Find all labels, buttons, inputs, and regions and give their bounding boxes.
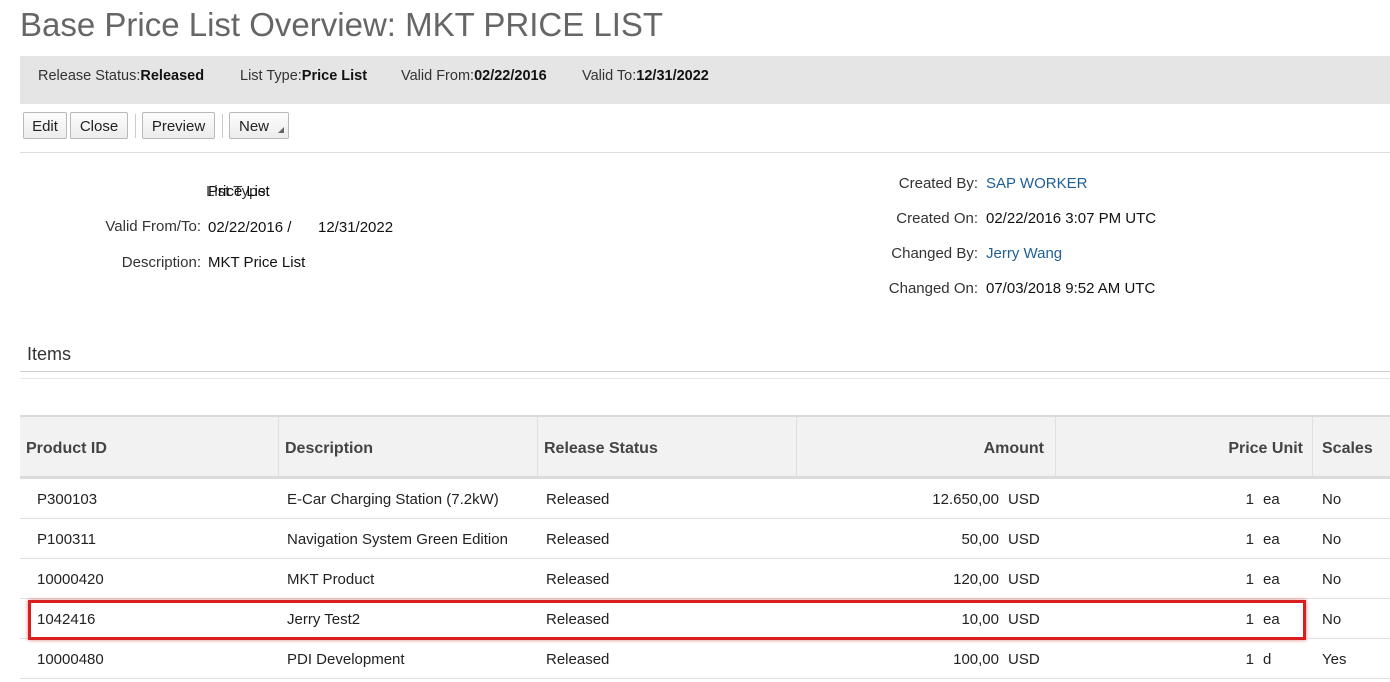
price-unit-uom-cell: ea bbox=[1263, 531, 1280, 548]
description-field-value: MKT Price List bbox=[208, 254, 306, 271]
product-id-link[interactable]: 1042416 bbox=[37, 599, 95, 639]
release-status-cell: Released bbox=[546, 491, 610, 508]
toolbar-divider bbox=[222, 114, 223, 138]
price-unit-uom-cell: ea bbox=[1263, 491, 1280, 508]
currency-cell: USD bbox=[1008, 611, 1040, 628]
release-status-value: Released bbox=[140, 68, 205, 84]
table-row[interactable]: P300103 E-Car Charging Station (7.2kW) Rel… bbox=[20, 479, 1390, 519]
price-unit-uom-cell: ea bbox=[1263, 611, 1280, 628]
dropdown-caret-icon bbox=[278, 127, 284, 133]
items-table: Product ID Description Release Status Am… bbox=[20, 415, 1390, 679]
toolbar: Edit Close Preview New bbox=[20, 112, 1390, 153]
table-row[interactable]: P100311 Navigation System Green Edition Re… bbox=[20, 519, 1390, 559]
edit-button[interactable]: Edit bbox=[23, 112, 67, 139]
amount-cell: 10,00 bbox=[961, 611, 999, 628]
created-by-link[interactable]: SAP WORKER bbox=[986, 175, 1087, 192]
table-row[interactable]: 10000480 PDI Development Released 100,00 USD… bbox=[20, 639, 1390, 679]
new-button-label: New bbox=[239, 118, 270, 135]
page-title: Base Price List Overview: MKT PRICE LIST bbox=[20, 6, 664, 43]
changed-on-value: 07/03/2018 9:52 AM UTC bbox=[986, 280, 1156, 297]
currency-cell: USD bbox=[1008, 491, 1040, 508]
currency-cell: USD bbox=[1008, 651, 1040, 668]
created-on-value: 02/22/2016 3:07 PM UTC bbox=[986, 210, 1157, 227]
close-button[interactable]: Close bbox=[70, 112, 128, 139]
created-on-label: Created On: bbox=[896, 210, 978, 227]
currency-cell: USD bbox=[1008, 531, 1040, 548]
table-row[interactable]: 1042416 Jerry Test2 Released 10,00 USD 1 ea No bbox=[20, 599, 1390, 639]
valid-to-field-value: 12/31/2022 bbox=[318, 219, 394, 236]
description-link[interactable]: Navigation System Green Edition bbox=[287, 519, 508, 559]
currency-cell: USD bbox=[1008, 571, 1040, 588]
list-type-info: List Type:Price List bbox=[240, 68, 367, 84]
release-status-cell: Released bbox=[546, 611, 610, 628]
scales-cell: Yes bbox=[1322, 651, 1347, 668]
valid-to-info: Valid To:12/31/2022 bbox=[582, 68, 709, 84]
description-link[interactable]: Jerry Test2 bbox=[287, 599, 360, 639]
release-status-cell: Released bbox=[546, 531, 610, 548]
valid-from-info: Valid From:02/22/2016 bbox=[401, 68, 547, 84]
description-link[interactable]: MKT Product bbox=[287, 559, 374, 599]
description-link[interactable]: PDI Development bbox=[287, 639, 405, 679]
status-bar: Release Status:Released List Type:Price … bbox=[20, 56, 1390, 104]
valid-to-label: Valid To: bbox=[582, 68, 637, 84]
amount-cell: 100,00 bbox=[953, 651, 999, 668]
table-header: Product ID Description Release Status Am… bbox=[20, 415, 1390, 479]
amount-cell: 120,00 bbox=[953, 571, 999, 588]
changed-on-label: Changed On: bbox=[888, 280, 978, 297]
preview-button[interactable]: Preview bbox=[142, 112, 215, 139]
column-header-amount[interactable]: Amount bbox=[797, 417, 1056, 476]
release-status-info: Release Status:Released bbox=[38, 68, 204, 84]
description-field-label: Description: bbox=[121, 254, 201, 271]
description-link[interactable]: E-Car Charging Station (7.2kW) bbox=[287, 479, 499, 519]
items-section-title: Items bbox=[27, 344, 72, 364]
list-type-label: List Type: bbox=[240, 68, 302, 84]
scales-cell: No bbox=[1322, 531, 1342, 548]
release-status-label: Release Status: bbox=[38, 68, 141, 84]
toolbar-divider bbox=[135, 114, 136, 138]
changed-by-label: Changed By: bbox=[891, 245, 978, 262]
amount-cell: 12.650,00 bbox=[932, 491, 999, 508]
list-type-field-value: Price List bbox=[208, 183, 270, 200]
release-status-cell: Released bbox=[546, 571, 610, 588]
valid-from-to-label: Valid From/To: bbox=[105, 218, 201, 235]
scales-cell: No bbox=[1322, 611, 1342, 628]
new-menu-button[interactable]: New bbox=[229, 112, 289, 139]
product-id-link[interactable]: P100311 bbox=[37, 519, 96, 559]
section-divider bbox=[20, 371, 1390, 372]
scales-cell: No bbox=[1322, 491, 1342, 508]
price-unit-qty-cell: 1 bbox=[1245, 491, 1254, 508]
column-header-description[interactable]: Description bbox=[279, 417, 538, 476]
product-id-link[interactable]: 10000480 bbox=[37, 639, 104, 679]
amount-cell: 50,00 bbox=[961, 531, 999, 548]
valid-to-value: 12/31/2022 bbox=[636, 68, 709, 84]
section-divider bbox=[20, 378, 1390, 379]
changed-by-link[interactable]: Jerry Wang bbox=[986, 245, 1062, 262]
column-header-price-unit[interactable]: Price Unit bbox=[1056, 417, 1313, 476]
column-header-product-id[interactable]: Product ID bbox=[20, 417, 279, 476]
valid-from-label: Valid From: bbox=[401, 68, 475, 84]
price-unit-uom-cell: d bbox=[1263, 651, 1272, 668]
product-id-link[interactable]: P300103 bbox=[37, 479, 97, 519]
price-unit-qty-cell: 1 bbox=[1245, 611, 1254, 628]
price-unit-qty-cell: 1 bbox=[1245, 651, 1254, 668]
created-by-label: Created By: bbox=[898, 175, 978, 192]
release-status-cell: Released bbox=[546, 651, 610, 668]
valid-from-value: 02/22/2016 bbox=[474, 68, 547, 84]
price-unit-qty-cell: 1 bbox=[1245, 571, 1254, 588]
scales-cell: No bbox=[1322, 571, 1342, 588]
product-id-link[interactable]: 10000420 bbox=[37, 559, 104, 599]
price-unit-uom-cell: ea bbox=[1263, 571, 1280, 588]
column-header-scales[interactable]: Scales bbox=[1313, 417, 1390, 476]
price-unit-qty-cell: 1 bbox=[1245, 531, 1254, 548]
table-row[interactable]: 10000420 MKT Product Released 120,00 USD 1 ea N… bbox=[20, 559, 1390, 599]
list-type-value: Price List bbox=[301, 68, 368, 84]
table-body: P300103 E-Car Charging Station (7.2kW) Rel… bbox=[20, 479, 1390, 679]
valid-from-field-value: 02/22/2016 / bbox=[208, 219, 292, 236]
column-header-release-status[interactable]: Release Status bbox=[538, 417, 797, 476]
